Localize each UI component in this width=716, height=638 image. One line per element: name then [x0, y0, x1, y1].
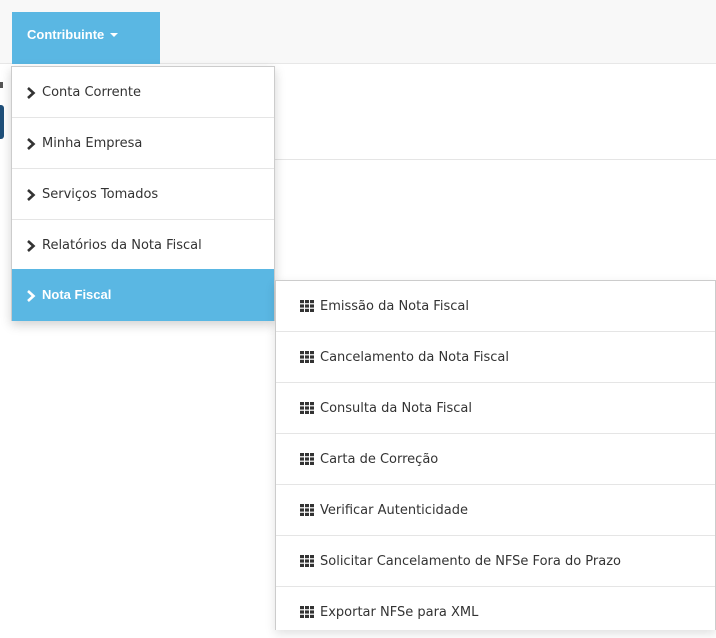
submenu-item-exportar-xml[interactable]: Exportar NFSe para XML [276, 587, 715, 638]
background-fragment [0, 82, 3, 88]
contribuinte-menu-button[interactable]: Contribuinte [12, 12, 160, 64]
submenu-item-label: Cancelamento da Nota Fiscal [320, 350, 509, 365]
menu-item-nota-fiscal[interactable]: Nota Fiscal [12, 269, 274, 321]
contribuinte-menu-label: Contribuinte [27, 27, 105, 42]
chevron-right-icon [26, 188, 38, 201]
grid-icon [300, 452, 314, 465]
menu-item-label: Nota Fiscal [42, 287, 112, 302]
grid-icon [300, 299, 314, 312]
grid-icon [300, 401, 314, 414]
background-fragment [0, 105, 4, 139]
menu-item-relatorios-nota-fiscal[interactable]: Relatórios da Nota Fiscal [12, 220, 274, 271]
submenu-item-label: Verificar Autenticidade [320, 503, 469, 518]
submenu-item-carta-correcao[interactable]: Carta de Correção [276, 434, 715, 485]
submenu-item-cancelamento[interactable]: Cancelamento da Nota Fiscal [276, 332, 715, 383]
submenu-item-solicitar-cancelamento[interactable]: Solicitar Cancelamento de NFSe Fora do P… [276, 536, 715, 587]
grid-icon [300, 605, 314, 618]
submenu-item-consulta[interactable]: Consulta da Nota Fiscal [276, 383, 715, 434]
grid-icon [300, 350, 314, 363]
chevron-right-icon [26, 86, 38, 99]
menu-item-label: Conta Corrente [42, 85, 142, 100]
caret-down-icon [110, 32, 119, 37]
menu-item-label: Minha Empresa [42, 136, 143, 151]
menu-item-servicos-tomados[interactable]: Serviços Tomados [12, 169, 274, 220]
submenu-item-label: Consulta da Nota Fiscal [320, 401, 472, 416]
submenu-item-verificar-autenticidade[interactable]: Verificar Autenticidade [276, 485, 715, 536]
grid-icon [300, 503, 314, 516]
chevron-right-icon [26, 289, 38, 302]
submenu-item-label: Exportar NFSe para XML [320, 605, 479, 620]
chevron-right-icon [26, 137, 38, 150]
menu-item-conta-corrente[interactable]: Conta Corrente [12, 67, 274, 118]
menu-item-minha-empresa[interactable]: Minha Empresa [12, 118, 274, 169]
menu-item-label: Serviços Tomados [42, 187, 159, 202]
submenu-item-label: Emissão da Nota Fiscal [320, 299, 469, 314]
submenu-item-emissao[interactable]: Emissão da Nota Fiscal [276, 281, 715, 332]
divider [275, 159, 716, 160]
chevron-right-icon [26, 239, 38, 252]
grid-icon [300, 554, 314, 567]
top-navbar: Contribuinte [0, 0, 716, 64]
contribuinte-dropdown-menu: Conta Corrente Minha Empresa Serviços To… [11, 66, 275, 321]
submenu-item-label: Solicitar Cancelamento de NFSe Fora do P… [320, 554, 622, 569]
submenu-item-label: Carta de Correção [320, 452, 439, 467]
nota-fiscal-submenu: Emissão da Nota Fiscal Cancelamento da N… [275, 280, 716, 630]
menu-item-label: Relatórios da Nota Fiscal [42, 238, 202, 253]
